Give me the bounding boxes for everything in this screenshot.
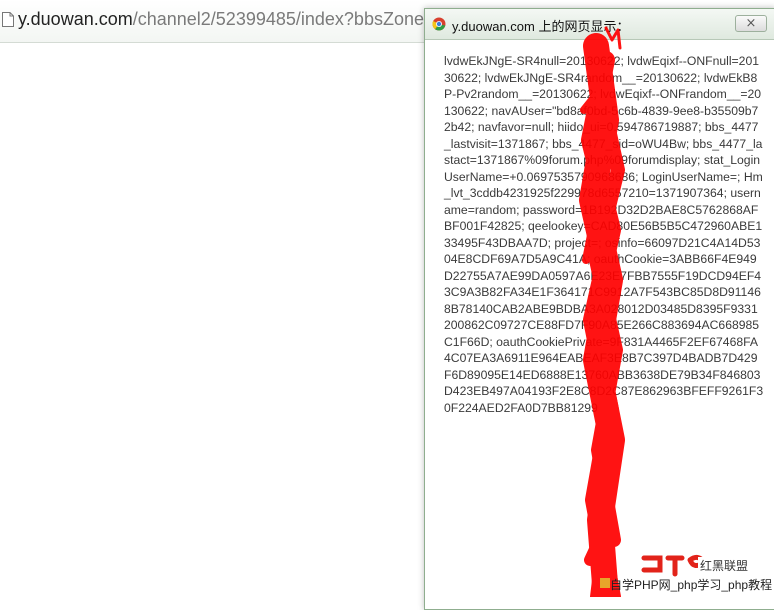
dialog-titlebar[interactable]: y.duowan.com 上的网页显示： ⨯ (425, 9, 774, 40)
url-text[interactable]: y.duowan.com/channel2/52399485/index?bbs… (18, 9, 463, 30)
dialog-title: y.duowan.com 上的网页显示： (452, 19, 630, 34)
watermark-caption: 自学PHP网_php学习_php教程 (610, 578, 773, 592)
chrome-icon (432, 17, 446, 31)
url-path: /channel2/52399485/index?bbsZoneId=w (132, 9, 463, 29)
alert-dialog: y.duowan.com 上的网页显示： ⨯ lvdwEkJNgE-SR4nul… (424, 8, 774, 610)
watermark-logo-text: 红黑联盟 (698, 557, 751, 574)
dialog-close-button[interactable]: ⨯ (735, 15, 767, 32)
dialog-message: lvdwEkJNgE-SR4null=20130622; lvdwEqixf--… (444, 54, 764, 415)
page-icon (2, 12, 14, 27)
url-host: y.duowan.com (18, 9, 133, 29)
watermark-square-icon (600, 578, 610, 588)
